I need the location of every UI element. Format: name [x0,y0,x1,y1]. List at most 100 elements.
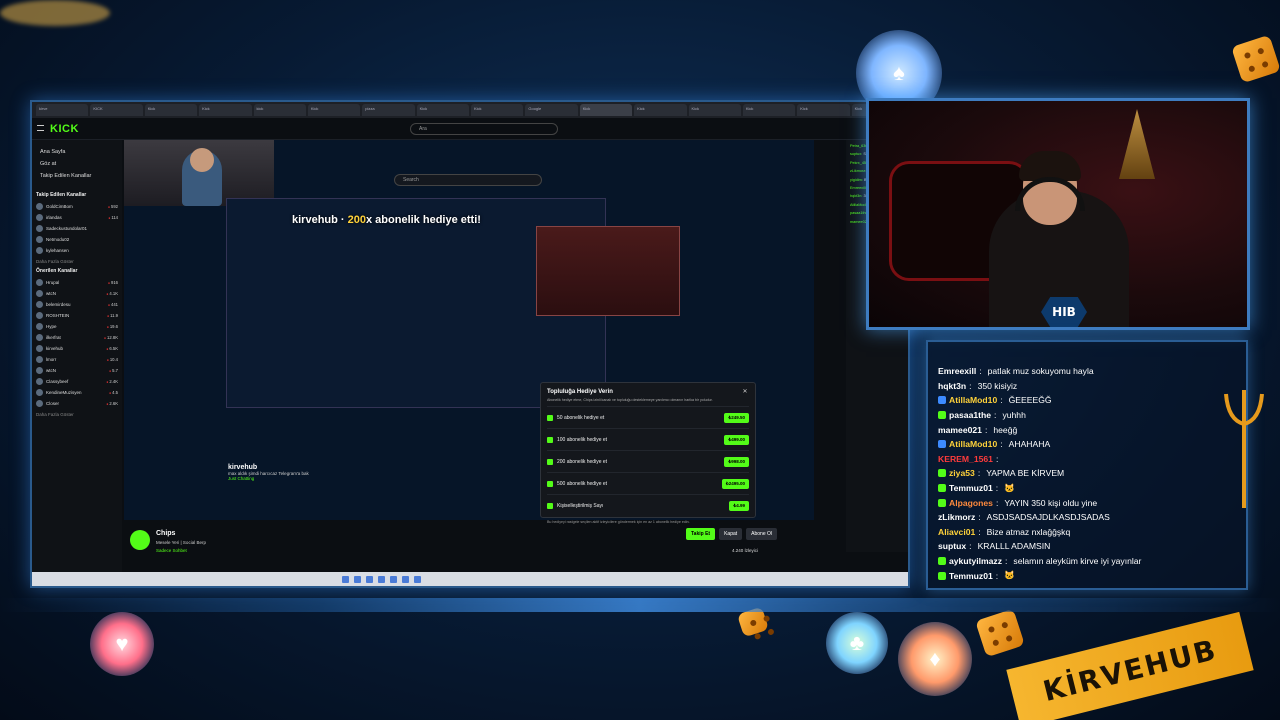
browser-tab[interactable]: Kick [579,104,633,116]
follow-button[interactable]: Takip Et [686,528,716,540]
avatar [36,334,43,341]
gift-option-row[interactable]: 200 abonelik hediye et ₺998.00 [547,450,749,472]
streamer-name[interactable]: Chips [156,530,175,537]
browser-tab[interactable]: Kick [471,104,524,116]
browser-icon[interactable] [378,575,385,583]
viewer-count: 10.4 [107,357,118,362]
avatar[interactable] [130,530,150,550]
search-input[interactable]: Ara [410,123,558,135]
sidebar-channel[interactable]: GoldCimBom 592 [36,201,118,212]
menu-icon[interactable] [37,125,44,131]
start-icon[interactable] [342,575,349,583]
subscribe-button[interactable]: Abone Ol [746,528,778,540]
gift-price-button[interactable]: ₺4.99 [729,500,749,511]
inner-search-input[interactable]: Search [394,174,542,186]
dice-icon [1231,34,1280,84]
obs-icon[interactable] [414,575,421,583]
gift-option-row[interactable]: 100 abonelik hediye et ₺499.00 [547,428,749,450]
channel-name: wtcN [46,368,56,373]
sidebar-channel[interactable]: Netmodu02 [36,234,118,245]
explorer-icon[interactable] [366,575,373,583]
chat-text: YAYIN 350 kişi oldu yine [1004,497,1098,508]
gift-option-row[interactable]: 500 abonelik hediye et ₺2495.00 [547,472,749,494]
gift-icon [547,480,553,487]
sidebar-channel[interactable]: wtcN 4.1K [36,288,118,299]
nav-browse[interactable]: Göz at [36,158,118,170]
avatar [36,378,43,385]
sidebar-channel[interactable]: ROSHTEIN 11.9 [36,310,118,321]
browser-tab[interactable]: KICK [90,104,143,116]
sidebar-channel[interactable]: Hype 19.6 [36,321,118,332]
chat-user[interactable]: zLikmorz: [850,169,866,173]
avatar [36,279,43,286]
gift-banner: kirvehub · 200x abonelik hediye etti! [292,214,481,226]
browser-tab[interactable]: Kick [199,104,252,116]
gift-price-button[interactable]: ₺499.00 [724,434,749,445]
close-button[interactable]: Kapat [719,528,743,540]
sidebar-channel[interactable]: belemirdesu 441 [36,299,118,310]
sidebar-channel[interactable]: KendineMuzisyen 4.5 [36,387,118,398]
windows-taskbar [32,572,908,586]
chat-message: Temmuz01: 🐱 [938,568,1236,583]
christmas-tree [1119,109,1155,179]
chat-text: YAPMA BE KİRVEM [986,468,1065,479]
sidebar-channel[interactable]: Closer 2.6K [36,398,118,409]
gift-price-button[interactable]: ₺998.00 [724,456,749,467]
sidebar-channel[interactable]: kirvehub 6.5K [36,343,118,354]
gift-icon [547,436,553,443]
chat-user[interactable]: hqkt3n: [850,194,862,198]
close-icon[interactable]: ✕ [741,388,749,396]
chat-user[interactable]: yigidim: [850,178,863,182]
chat-message: zLikmorz: ASDJSADSAJDLKASDJSADAS [938,510,1236,525]
sidebar-channel[interactable]: lmorr 10.4 [36,354,118,365]
chat-separator: : [994,410,997,421]
browser-tab[interactable]: Kick [307,104,361,116]
chat-user[interactable]: Emreexill: [850,186,867,190]
show-more-followed[interactable]: Daha Fazla Göster [36,259,118,264]
recommended-list: Hrupal 916 wtcN 4.1K belemirdesu 441 ROSHTEIN 1… [36,277,118,409]
chat-message: aykutyilmazz: selamın aleyküm kirve iyi y… [938,554,1236,569]
browser-tab[interactable]: Kick [742,104,796,116]
gift-option-row[interactable]: Kişiselleştirilmiş Sayı ₺4.99 [547,494,749,516]
browser-tab[interactable]: kick [253,104,306,116]
sidebar-channel[interactable]: Classybeef 2.4K [36,376,118,387]
sidebar-channel[interactable]: Sadeckustundolar01 [36,223,118,234]
kirvehub-category[interactable]: Just Chatting [228,476,309,481]
browser-tab[interactable]: Kick [634,104,687,116]
viewer-count: 114 [108,215,118,220]
chat-user: Aliavci01 [938,526,976,537]
stream-actions: Takip Et Kapat Abone Ol [686,528,778,540]
sidebar-channel[interactable]: irlandas 114 [36,212,118,223]
sidebar-channel[interactable]: wtcN 5.7 [36,365,118,376]
browser-tab[interactable]: Kick [416,104,469,116]
show-more-recommended[interactable]: Daha Fazla Göster [36,412,118,417]
browser-tab[interactable]: Google [525,104,578,116]
browser-tab[interactable]: pizza [362,104,415,116]
nav-home[interactable]: Ana Sayfa [36,146,118,158]
chat-user[interactable]: suptux: [850,152,862,156]
gift-icon [547,414,553,421]
sidebar-channel[interactable]: kylehansen [36,245,118,256]
chat-user: Emreexill [938,366,977,377]
gift-option-row[interactable]: 50 abonelik hediye et ₺249.50 [547,406,749,428]
browser-tab[interactable]: kirve [36,104,89,116]
avatar [36,389,43,396]
gift-icon [547,458,553,465]
browser-tab[interactable]: Kick [144,104,198,116]
gift-price-button[interactable]: ₺2495.00 [721,478,749,489]
kirvehub-name[interactable]: kirvehub [228,464,309,471]
stream-category[interactable]: Sadece Sohbet [156,548,187,553]
avatar [36,345,43,352]
chat-text: AHAHAHA [1008,439,1051,450]
browser-tab[interactable]: Kick [797,104,850,116]
chat-badge-icon [938,411,946,420]
nav-following[interactable]: Takip Edilen Kanallar [36,170,118,182]
discord-icon[interactable] [402,575,409,583]
browser-tab[interactable]: Kick [688,104,741,116]
gift-price-button[interactable]: ₺249.50 [724,412,749,423]
sidebar-channel[interactable]: Hrupal 916 [36,277,118,288]
chrome-icon[interactable] [390,575,397,583]
sidebar-channel[interactable]: ilkerfrat 12.8K [36,332,118,343]
kick-logo[interactable]: KICK [50,123,79,135]
search-icon[interactable] [354,575,361,583]
